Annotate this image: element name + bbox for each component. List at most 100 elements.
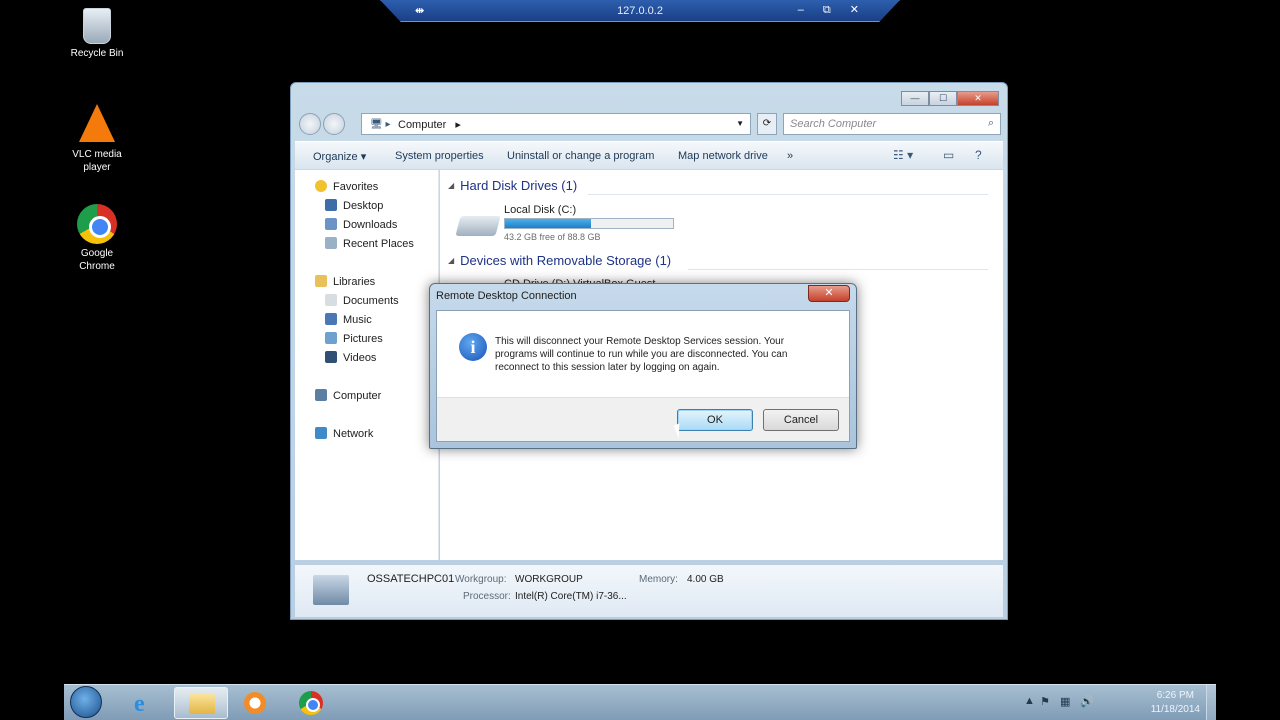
desktop-icon-label: Recycle Bin [70,48,124,59]
rdp-connection-bar: ⇹ 127.0.0.2 – ⧉ ✕ [380,0,900,22]
info-icon: i [459,333,487,361]
vlc-icon [79,104,115,142]
help-icon[interactable]: ? [975,148,982,162]
desktop-icon-label: Google Chrome [79,248,115,272]
nav-item-network[interactable]: Network [315,427,373,440]
drive-name[interactable]: Local Disk (C:) [504,204,576,216]
memory-value: 4.00 GB [687,574,724,585]
desktop-icon-recycle-bin[interactable]: Recycle Bin [62,8,132,60]
desktop-icon-chrome[interactable]: Google Chrome [62,204,132,273]
address-location[interactable]: Computer [398,119,446,131]
ok-button[interactable]: OK [677,409,753,431]
music-icon [325,313,337,325]
taskbar-ie-button[interactable]: e [118,687,172,719]
more-commands-button[interactable]: » [787,150,793,162]
desktop-icon [325,199,337,211]
taskbar-explorer-button[interactable] [174,687,228,719]
dialog-close-button[interactable]: ✕ [808,285,850,302]
search-placeholder: Search Computer [790,118,877,130]
system-tray: ▲ ⚑ ▦ 🔊 6:26 PM 11/18/2014 [1016,685,1216,720]
rdp-bar-controls[interactable]: – ⧉ ✕ [798,3,867,17]
chrome-icon [77,204,117,244]
details-pane: OSSATECHPC01 Workgroup: WORKGROUP Memory… [295,565,1003,617]
drive-usage-fill [505,219,591,228]
collapse-icon[interactable]: ◢ [448,256,454,265]
workgroup-label: Workgroup: [455,574,507,585]
processor-value: Intel(R) Core(TM) i7-36... [515,591,627,602]
drive-usage-bar [504,218,674,229]
star-icon [315,180,327,192]
network-icon [315,427,327,439]
drive-free-space: 43.2 GB free of 88.8 GB [504,232,601,242]
address-bar[interactable]: 🖥 ▸ Computer ▸ ▼ [361,113,751,135]
nav-item-pictures[interactable]: Pictures [325,332,383,345]
uninstall-program-button[interactable]: Uninstall or change a program [507,150,654,162]
computer-name: OSSATECHPC01 [367,573,455,585]
hard-drive-icon[interactable] [455,216,501,236]
libraries-icon [315,275,327,287]
system-properties-button[interactable]: System properties [395,150,484,162]
map-network-drive-button[interactable]: Map network drive [678,150,768,162]
videos-icon [325,351,337,363]
start-button[interactable] [70,686,102,718]
address-dropdown-icon[interactable]: ▼ [736,119,744,128]
show-desktop-button[interactable] [1206,685,1216,720]
minimize-button[interactable]: — [901,91,929,106]
downloads-icon [325,218,337,230]
organize-button[interactable]: Organize ▾ [313,150,366,163]
maximize-button[interactable]: ☐ [929,91,957,106]
dialog-message: This will disconnect your Remote Desktop… [495,336,788,373]
group-hard-disk-drives[interactable]: ◢ Hard Disk Drives (1) [448,178,988,195]
computer-icon [313,575,349,605]
nav-item-music[interactable]: Music [325,313,372,326]
taskbar-media-player-button[interactable] [228,687,282,719]
nav-item-downloads[interactable]: Downloads [325,218,397,231]
dialog-footer: OK Cancel [437,397,849,441]
folder-icon [189,694,215,714]
view-options-icon[interactable]: ☷ ▾ [893,148,913,162]
pictures-icon [325,332,337,344]
internet-explorer-icon: e [134,691,145,717]
nav-item-libraries[interactable]: Libraries [315,275,375,288]
back-button[interactable] [299,113,321,135]
computer-location-icon: 🖥 ▸ [370,119,391,130]
cancel-button[interactable]: Cancel [763,409,839,431]
preview-pane-icon[interactable]: ▭ [943,148,954,162]
clock-date: 11/18/2014 [1150,704,1200,715]
chrome-icon [299,691,323,715]
memory-label: Memory: [639,574,678,585]
taskbar-chrome-button[interactable] [284,687,338,719]
clock-time: 6:26 PM [1156,690,1194,701]
nav-item-computer[interactable]: Computer [315,389,381,402]
nav-item-favorites[interactable]: Favorites [315,180,378,193]
collapse-icon[interactable]: ◢ [448,181,454,190]
volume-icon[interactable]: 🔊 [1080,695,1094,708]
disconnect-dialog: Remote Desktop Connection ✕ i This will … [429,283,857,449]
navigation-pane: Favorites Desktop Downloads Recent Place… [295,170,439,560]
desktop-icon-vlc[interactable]: VLC media player [62,104,132,174]
window-controls: — ☐ ✕ [901,91,999,106]
processor-label: Processor: [463,591,511,602]
forward-button[interactable] [323,113,345,135]
close-button[interactable]: ✕ [957,91,999,106]
clock[interactable]: 6:26 PM 11/18/2014 [1151,689,1200,717]
nav-item-documents[interactable]: Documents [325,294,399,307]
nav-item-videos[interactable]: Videos [325,351,376,364]
search-input[interactable]: Search Computer ⌕ [783,113,1001,135]
group-removable-storage[interactable]: ◢ Devices with Removable Storage (1) [448,253,988,270]
recent-places-icon [325,237,337,249]
action-center-icon[interactable]: ⚑ [1040,695,1050,708]
recycle-bin-icon [83,8,111,44]
dialog-title: Remote Desktop Connection [436,290,577,302]
refresh-button[interactable]: ⟳ [757,113,777,135]
nav-item-recent-places[interactable]: Recent Places [325,237,414,250]
dialog-body: i This will disconnect your Remote Deskt… [436,310,850,442]
address-separator-icon[interactable]: ▸ [455,119,461,131]
network-tray-icon[interactable]: ▦ [1060,695,1070,708]
desktop-icon-label: VLC media player [72,149,122,173]
taskbar: e ▲ ⚑ ▦ 🔊 6:26 PM 11/18/2014 [64,684,1216,720]
search-icon[interactable]: ⌕ [988,117,994,130]
documents-icon [325,294,337,306]
show-hidden-icons-icon[interactable]: ▲ [1024,695,1035,707]
nav-item-desktop[interactable]: Desktop [325,199,383,212]
